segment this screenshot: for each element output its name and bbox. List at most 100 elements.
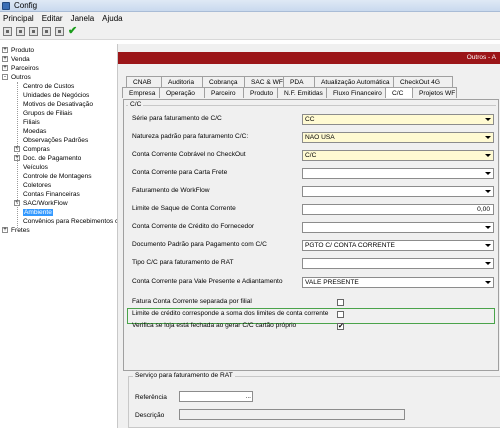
tree-item-label: Ambiente (23, 209, 53, 216)
field-select[interactable] (302, 258, 494, 269)
field-select[interactable]: NAO USA (302, 132, 494, 143)
tree-item[interactable]: Contas Financeiras (23, 190, 80, 199)
chevron-down-icon[interactable] (484, 260, 492, 267)
field-row: Série para faturamento de C/C CC (132, 114, 494, 125)
field-label: Conta Corrente para Vale Presente e Adia… (132, 278, 283, 285)
tab-row-top: CNAB Auditoria Cobrança SAC & WF PDA Atualiza… (126, 76, 453, 87)
expand-icon[interactable]: + (2, 65, 8, 72)
field-label: Limite de Saque de Conta Corrente (132, 205, 236, 212)
chevron-down-icon[interactable] (484, 188, 492, 195)
expand-icon[interactable]: + (2, 56, 8, 63)
field-select[interactable]: C/C (302, 150, 494, 161)
tree-item-label: Centro de Custos (23, 83, 75, 90)
checkbox[interactable] (337, 311, 344, 318)
chevron-down-icon[interactable] (484, 134, 492, 141)
field-select[interactable] (302, 222, 494, 233)
tree-item[interactable]: Grupos de Filiais (23, 109, 72, 118)
chevron-down-icon[interactable] (484, 170, 492, 177)
tree-item[interactable]: Observações Padrões (23, 136, 88, 145)
field-select[interactable]: PGTO C/ CONTA CORRENTE (302, 240, 494, 251)
confirm-check-icon[interactable]: ✔ (68, 26, 77, 37)
tree-item[interactable]: Ambiente (23, 208, 53, 217)
tab-auditoria[interactable]: Auditoria (161, 76, 203, 87)
chevron-down-icon[interactable] (484, 152, 492, 159)
referencia-input[interactable]: ... (179, 391, 253, 402)
menu-janela[interactable]: Janela (71, 14, 95, 23)
tree-item[interactable]: Veículos (23, 163, 48, 172)
field-row: Tipo C/C para faturamento de RAT (132, 258, 494, 269)
checkbox[interactable] (337, 299, 344, 306)
field-label: Conta Corrente para Carta Frete (132, 169, 228, 176)
tree-item[interactable]: + SAC/WorkFlow (14, 199, 68, 208)
checkbox[interactable]: ✔ (337, 323, 344, 330)
field-label: Documento Padrão para Pagamento com C/C (132, 241, 267, 248)
tree-item-label: Outros (11, 74, 31, 81)
tree-item[interactable]: Coletores (23, 181, 51, 190)
checkbox-row: Limite de crédito corresponde a soma dos… (132, 309, 494, 320)
tree-item[interactable]: Controle de Montagens (23, 172, 92, 181)
menu-editar[interactable]: Editar (42, 14, 63, 23)
field-row: Conta Corrente Cobrável no CheckOut C/C (132, 150, 494, 161)
tree-item-label: Doc. de Pagamento (23, 155, 82, 162)
tree-item[interactable]: + Venda (2, 55, 30, 64)
field-row: Faturamento de WorkFlow (132, 186, 494, 197)
referencia-label: Referência (135, 394, 167, 401)
tree-item[interactable]: Centro de Custos (23, 82, 74, 91)
tree-item[interactable]: + Parceiros (2, 64, 39, 73)
tree-item-label: Motivos de Desativação (23, 101, 94, 108)
tree-item[interactable]: Unidades de Negócios (23, 91, 89, 100)
expand-icon[interactable]: + (2, 227, 8, 234)
tab-parceiro[interactable]: Parceiro (204, 87, 244, 98)
descricao-input[interactable] (179, 409, 405, 420)
tab-cobran-a[interactable]: Cobrança (202, 76, 245, 87)
tab-produto[interactable]: Produto (243, 87, 278, 98)
tab-opera-o[interactable]: Operação (159, 87, 205, 98)
rat-group-label: Serviço para faturamento de RAT (133, 372, 235, 379)
tree-item-label: Filiais (23, 119, 40, 126)
field-select[interactable]: VALE PRESENTE (302, 277, 494, 288)
tree-item[interactable]: - Outros (2, 73, 31, 82)
next-record-icon[interactable] (42, 27, 51, 36)
expand-icon[interactable]: + (2, 47, 8, 54)
tree-item[interactable]: + Compras (14, 145, 50, 154)
tab-n-f-emitidas[interactable]: N.F. Emitidas (277, 87, 327, 98)
tree-item-label: SAC/WorkFlow (23, 200, 68, 207)
chevron-down-icon[interactable] (484, 242, 492, 249)
tab-checkout-4g[interactable]: CheckOut 4G (393, 76, 453, 87)
last-record-icon[interactable] (55, 27, 64, 36)
field-select[interactable] (302, 186, 494, 197)
menu-bar: Principal Editar Janela Ajuda (0, 12, 500, 24)
tab-sac-wf[interactable]: SAC & WF (244, 76, 284, 87)
first-record-icon[interactable] (16, 27, 25, 36)
tree-item[interactable]: Filiais (23, 118, 40, 127)
tab-projetos-wf[interactable]: Projetos WF (412, 87, 457, 98)
menu-principal[interactable]: Principal (3, 14, 34, 23)
field-label: Conta Corrente de Crédito do Fornecedor (132, 223, 255, 230)
field-select[interactable]: CC (302, 114, 494, 125)
tab-empresa[interactable]: Empresa (122, 87, 160, 98)
tab-cnab[interactable]: CNAB (126, 76, 162, 87)
tree-item[interactable]: + Doc. de Pagamento (14, 154, 81, 163)
checkbox-row: Fatura Conta Corrente separada por filia… (132, 297, 494, 308)
prev-record-icon[interactable] (29, 27, 38, 36)
tree-item[interactable]: Motivos de Desativação (23, 100, 93, 109)
tab-atualiza-o-autom-tica[interactable]: Atualização Automática (314, 76, 394, 87)
field-label: Série para faturamento de C/C (132, 115, 222, 122)
chevron-down-icon[interactable] (484, 116, 492, 123)
limit-amount-input[interactable]: 0,00 (302, 204, 494, 215)
field-select[interactable] (302, 168, 494, 179)
chevron-down-icon[interactable] (484, 224, 492, 231)
referencia-lookup-button[interactable]: ... (246, 393, 252, 400)
tab-c-c[interactable]: C/C (385, 87, 413, 98)
tree-item[interactable]: + Produto (2, 46, 34, 55)
tab-pda[interactable]: PDA (283, 76, 315, 87)
tree-item[interactable]: Convênios para Recebimentos c (23, 217, 117, 226)
tab-fluxo-financeiro[interactable]: Fluxo Financeiro (326, 87, 386, 98)
chevron-down-icon[interactable] (484, 279, 492, 286)
tree-item[interactable]: Moedas (23, 127, 46, 136)
collapse-icon[interactable]: - (2, 74, 8, 81)
tree-item-label: Venda (11, 56, 30, 63)
tree-item[interactable]: + Fretes (2, 226, 30, 235)
new-icon[interactable] (3, 27, 12, 36)
menu-ajuda[interactable]: Ajuda (102, 14, 122, 23)
